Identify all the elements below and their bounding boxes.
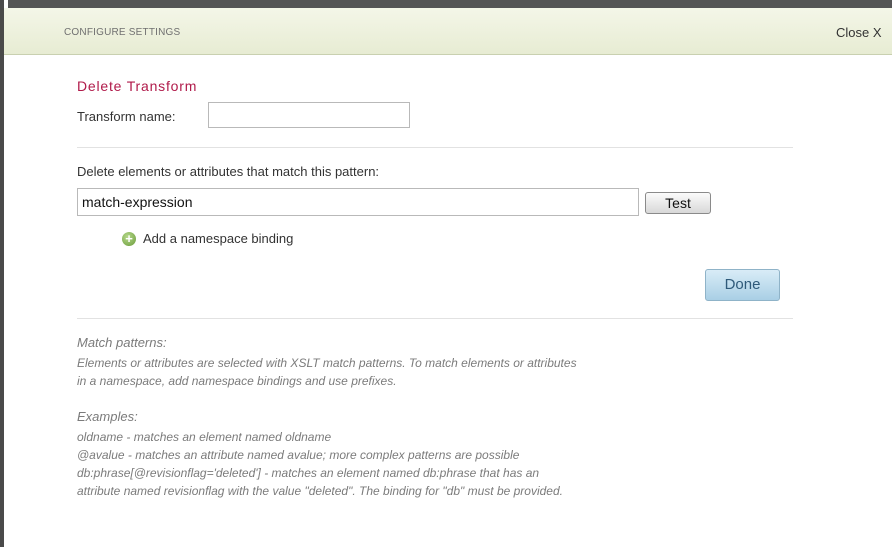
dialog-top-bar [8, 0, 892, 8]
close-button[interactable]: Close X [836, 25, 882, 40]
test-button[interactable]: Test [645, 192, 711, 214]
done-button[interactable]: Done [705, 269, 780, 301]
dialog-title: CONFIGURE SETTINGS [64, 27, 181, 38]
examples-heading: Examples: [77, 409, 138, 424]
help-examples-heading: Examples: [77, 408, 138, 426]
configure-settings-dialog: CONFIGURE SETTINGS Close X Delete Transf… [0, 0, 892, 547]
help-match-text: Elements or attributes are selected with… [77, 354, 577, 390]
transform-name-input[interactable] [208, 102, 410, 128]
add-namespace-binding-label: Add a namespace binding [143, 231, 294, 246]
add-namespace-binding-link[interactable]: + Add a namespace binding [122, 231, 293, 246]
pattern-input[interactable] [77, 188, 639, 216]
divider [77, 147, 793, 148]
match-text-line: in a namespace, add namespace bindings a… [77, 374, 397, 388]
dialog-header: CONFIGURE SETTINGS Close X [4, 8, 892, 55]
pattern-label: Delete elements or attributes that match… [77, 164, 380, 179]
example-line: oldname - matches an element named oldna… [77, 430, 332, 444]
plus-circle-icon: + [122, 231, 136, 246]
match-text-line: Elements or attributes are selected with… [77, 356, 577, 370]
example-line: @avalue - matches an attribute named ava… [77, 448, 520, 462]
section-title: Delete Transform [77, 78, 198, 94]
help-examples: oldname - matches an element named oldna… [77, 428, 563, 500]
help-match-heading: Match patterns: [77, 334, 167, 352]
transform-name-label: Transform name: [77, 109, 176, 124]
example-line: db:phrase[@revisionflag='deleted'] - mat… [77, 466, 540, 480]
divider [77, 318, 793, 319]
match-patterns-heading: Match patterns: [77, 335, 167, 350]
example-line: attribute named revisionflag with the va… [77, 484, 563, 498]
